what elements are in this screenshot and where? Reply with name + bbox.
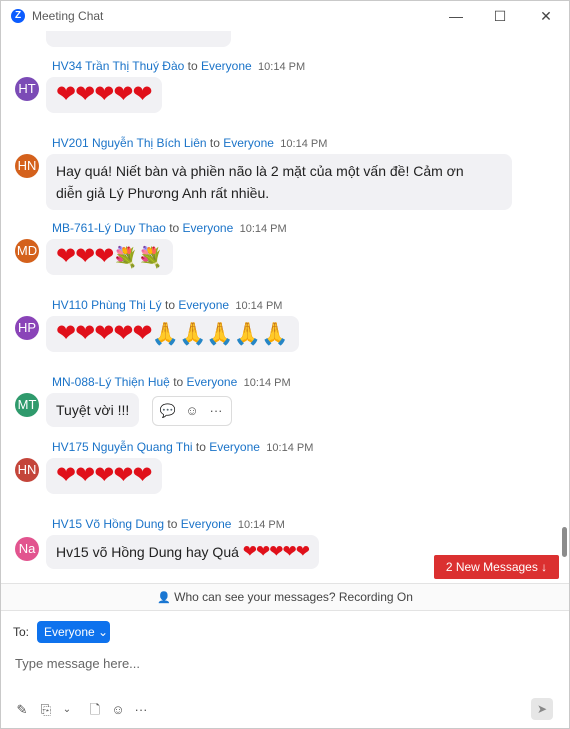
message-hearts: ❤❤❤ [56,243,114,270]
message-bubble: Hv15 võ Hồng Dung hay Quá ❤❤❤❤❤ [46,535,320,569]
reply-icon[interactable]: 💬 [158,401,178,421]
recipient-name: Everyone [186,375,238,389]
file-icon[interactable]: 🗋 [86,701,104,719]
message-action-toolbar: 💬 ☺ ··· [152,396,232,426]
avatar: HN [15,458,39,482]
message-time: 10:14 PM [239,223,287,235]
message-time: 10:14 PM [243,377,291,389]
avatar: Na [15,537,39,561]
scrollbar-thumb[interactable] [562,527,567,557]
emoji-icon[interactable]: ☺ [109,701,127,719]
previous-message-bubble [46,31,231,47]
to-label: To: [13,625,30,639]
sender-name[interactable]: HV201 Nguyễn Thị Bích Liên [52,136,207,150]
message-text: Tuyệt vời !!! [56,402,130,418]
screenshot-icon[interactable]: ⎘ [37,701,55,719]
message-time: 10:14 PM [258,61,306,73]
message-bubble: ❤❤❤❤❤🙏🙏🙏🙏🙏 [46,316,299,352]
message-text-line: Hay quá! Niết bàn và phiền não là 2 mặt … [56,163,464,179]
recipient-name: Everyone [201,59,252,73]
message-text: Hv15 võ Hồng Dung hay Quá [56,544,243,560]
chat-message-list[interactable]: HT HV34 Trần Thị Thuý Đào to Everyone 10… [1,31,559,583]
to-word: to [173,375,184,389]
message-header: HV34 Trần Thị Thuý Đào to Everyone 10:14… [52,59,305,73]
praying-hands-emoji: 🙏🙏🙏🙏🙏 [151,321,289,346]
message-header: HV201 Nguyễn Thị Bích Liên to Everyone 1… [52,136,327,150]
message-text: ❤❤❤❤❤ [56,81,153,108]
person-icon: 👤 [157,592,171,604]
more-options-icon[interactable]: ··· [206,401,226,421]
title-bar: Z Meeting Chat — ☐ ✕ [1,1,569,31]
message-hearts: ❤❤❤❤❤ [56,320,153,347]
avatar: MD [15,239,39,263]
to-word: to [195,440,206,454]
recipient-dropdown[interactable]: Everyone ⌄ [37,621,110,643]
message-header: HV175 Nguyễn Quang Thi to Everyone 10:14… [52,440,313,454]
chat-scrollbar[interactable] [560,31,569,583]
recipient-name: Everyone [178,298,230,312]
privacy-text[interactable]: Who can see your messages? Recording On [174,590,413,604]
message-bubble: Hay quá! Niết bàn và phiền não là 2 mặt … [46,154,512,210]
sender-name[interactable]: HV175 Nguyễn Quang Thi [52,440,193,454]
close-icon[interactable]: ✕ [532,5,560,27]
format-text-icon[interactable]: ✎ [13,701,31,719]
to-word: to [167,517,178,531]
message-time: 10:14 PM [237,519,285,531]
add-reaction-icon[interactable]: ☺ [182,401,202,421]
sender-name[interactable]: MB-761-Lý Duy Thao [52,221,166,235]
to-word: to [209,136,220,150]
avatar: MT [15,393,39,417]
recipient-name: Everyone [223,136,274,150]
message-text: ❤❤❤❤❤ [56,462,153,489]
bouquet-emoji: 💐💐 [113,247,164,269]
minimize-icon[interactable]: — [442,5,470,27]
sender-name[interactable]: HV110 Phùng Thị Lý [52,298,162,312]
message-text-line: diễn giả Lý Phương Anh rất nhiều. [56,185,270,201]
recipient-name: Everyone [182,221,234,235]
message-time: 10:14 PM [266,442,314,454]
message-header: HV15 Võ Hồng Dung to Everyone 10:14 PM [52,517,285,531]
message-header: MN-088-Lý Thiện Huệ to Everyone 10:14 PM [52,375,291,389]
more-icon[interactable]: ··· [132,701,150,719]
zoom-logo-icon: Z [11,9,25,23]
avatar: HP [15,316,39,340]
avatar: HN [15,154,39,178]
message-header: HV110 Phùng Thị Lý to Everyone 10:14 PM [52,298,282,312]
message-bubble: ❤❤❤💐💐 [46,239,174,275]
sender-name[interactable]: HV34 Trần Thị Thuý Đào [52,59,184,73]
recipient-name: Everyone [209,440,260,454]
sender-name[interactable]: HV15 Võ Hồng Dung [52,517,164,531]
message-time: 10:14 PM [235,300,283,312]
window-title: Meeting Chat [32,9,104,23]
avatar: HT [15,77,39,101]
to-word: to [169,221,180,235]
maximize-icon[interactable]: ☐ [486,5,514,27]
recipient-name: Everyone [180,517,232,531]
sender-name[interactable]: MN-088-Lý Thiện Huệ [52,375,170,389]
to-word: to [187,59,198,73]
message-bubble: ❤❤❤❤❤ [46,458,162,494]
new-messages-button[interactable]: 2 New Messages ↓ [434,555,559,579]
message-header: MB-761-Lý Duy Thao to Everyone 10:14 PM [52,221,287,235]
send-icon[interactable]: ➤ [531,698,553,720]
message-bubble: ❤❤❤❤❤ [46,77,162,113]
to-word: to [164,298,175,312]
message-input[interactable] [13,651,557,675]
message-bubble: Tuyệt vời !!! [46,393,140,427]
message-hearts: ❤❤❤❤❤ [242,542,310,561]
privacy-notice[interactable]: 👤 Who can see your messages? Recording O… [1,583,569,611]
meeting-chat-window: Z Meeting Chat — ☐ ✕ HT HV34 Trần Thị Th… [0,0,570,729]
message-time: 10:14 PM [280,138,328,150]
chevron-down-icon[interactable]: ⌄ [58,701,76,719]
